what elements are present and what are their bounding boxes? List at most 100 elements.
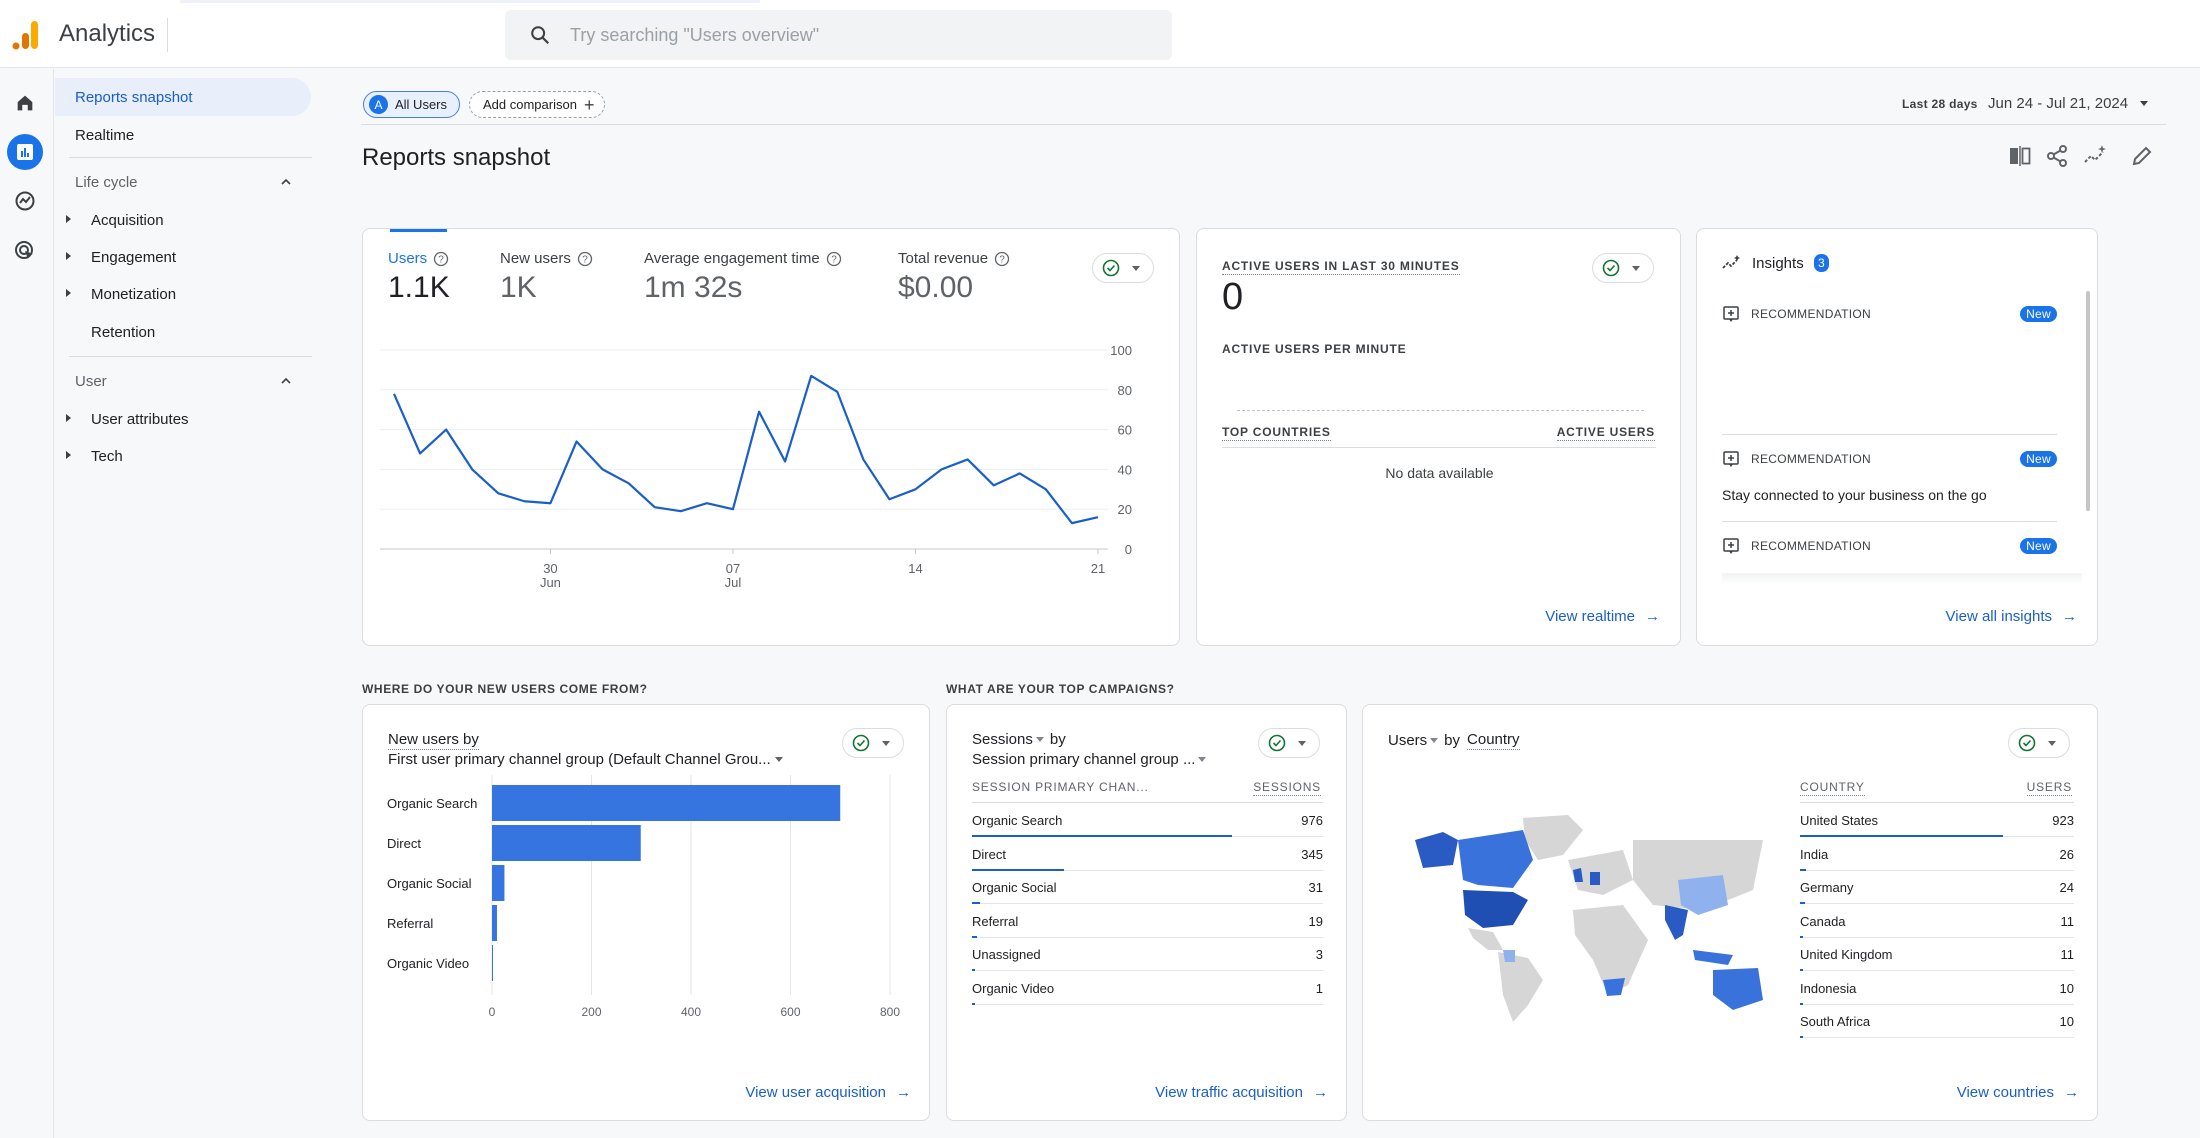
chevron-up-icon[interactable] [281,177,291,187]
table-row[interactable]: Referral 19 [972,904,1323,938]
share-icon[interactable] [2044,143,2070,169]
dimension-label[interactable]: Country [1467,731,1520,750]
nav-section-lifecycle-title[interactable]: Life cycle [75,174,138,191]
chevron-up-icon[interactable] [281,376,291,386]
title-divider [167,18,168,52]
search-input[interactable] [570,22,1130,48]
world-map[interactable] [1403,810,1773,1025]
chart-metric-label[interactable]: New users by [388,731,479,750]
insight-text[interactable]: Stay connected to your business on the g… [1722,487,1987,503]
dropdown-caret-icon[interactable] [1430,738,1439,743]
view-traffic-acquisition-link[interactable]: View traffic acquisition → [1155,1084,1328,1101]
row-label: Organic Video [972,980,1055,996]
section-new-users-question: WHERE DO YOUR NEW USERS COME FROM? [362,682,648,696]
view-user-acquisition-link[interactable]: View user acquisition → [745,1084,911,1101]
help-icon[interactable]: ? [577,251,593,267]
insights-title: Insights [1752,255,1804,272]
metric-value: $0.00 [898,271,974,304]
table-row[interactable]: Unassigned 3 [972,937,1323,971]
table-row[interactable]: Indonesia 10 [1800,971,2074,1005]
table-row[interactable]: India 26 [1800,837,2074,871]
col-users[interactable]: USERS [2026,780,2072,796]
row-value: 345 [1301,846,1323,862]
col-sessions[interactable]: SESSIONS [1253,780,1321,796]
date-range-dropdown-icon[interactable] [2140,101,2148,106]
insights-icon[interactable] [2082,143,2108,169]
map-region-south-africa [1603,978,1625,996]
nav-item-user-attributes[interactable]: User attributes [55,400,311,438]
card-options-chip[interactable] [1258,728,1320,758]
nav-item-realtime[interactable]: Realtime [55,116,311,154]
top-bar: Analytics [0,0,2200,68]
rail-home-button[interactable] [7,85,43,121]
help-icon[interactable]: ? [826,251,842,267]
dimension-picker[interactable]: First user primary channel group (Defaul… [388,751,783,768]
compare-icon[interactable] [2007,143,2033,169]
nav-rail [0,69,54,1138]
new-users-bar-chart: 0 200 400 600 800 Organic Search Direct Organic… [387,775,900,1019]
insight-item[interactable]: RECOMMENDATION New [1722,537,2057,555]
nav-item-retention[interactable]: Retention [55,313,311,351]
nav-section-user-title[interactable]: User [75,373,107,390]
row-value: 26 [2059,846,2074,862]
help-icon[interactable]: ? [433,251,449,267]
nav-item-engagement[interactable]: Engagement [55,238,311,276]
new-badge: New [2020,306,2057,322]
table-row[interactable]: Organic Video 1 [972,971,1323,1005]
check-circle-icon [1268,734,1286,752]
help-icon[interactable]: ? [994,251,1010,267]
bar [492,945,493,981]
row-value: 31 [1308,880,1323,895]
top-accent-strip [0,0,2200,3]
caret-right-icon [66,414,71,422]
metric-tab-users[interactable]: Users? 1.1K [388,250,450,305]
search-box[interactable] [505,10,1172,60]
table-row[interactable]: Germany 24 [1800,870,2074,904]
table-row[interactable]: United Kingdom 11 [1800,937,2074,971]
table-row[interactable]: United States 923 [1800,803,2074,837]
table-row[interactable]: Canada 11 [1800,904,2074,938]
metric-tab-avg-engagement[interactable]: Average engagement time? 1m 32s [644,250,842,305]
insight-item[interactable]: RECOMMENDATION New [1722,305,2057,323]
card-options-chip[interactable] [1092,253,1154,283]
dimension-picker[interactable]: Session primary channel group ... [972,751,1207,768]
view-countries-link[interactable]: View countries → [1957,1084,2079,1101]
nav-item-label: Reports snapshot [75,88,193,106]
metric-picker[interactable]: Sessions [972,731,1033,748]
rail-advertising-button[interactable] [7,233,43,269]
nav-item-reports-snapshot[interactable]: Reports snapshot [55,78,311,116]
card-options-chip[interactable] [1592,253,1654,283]
table-row[interactable]: South Africa 10 [1800,1004,2074,1038]
filter-divider [361,124,2166,125]
date-range-picker[interactable]: Jun 24 - Jul 21, 2024 [1988,95,2128,112]
col-country[interactable]: COUNTRY [1800,780,1865,796]
rail-explore-button[interactable] [7,183,43,219]
nav-item-tech[interactable]: Tech [55,437,311,475]
nav-item-monetization[interactable]: Monetization [55,275,311,313]
metric-tab-total-revenue[interactable]: Total revenue? $0.00 [898,250,1010,305]
chart-dimension-label: First user primary channel group (Defaul… [388,751,771,768]
view-realtime-link[interactable]: View realtime → [1545,608,1660,625]
metric-tab-new-users[interactable]: New users? 1K [500,250,593,305]
add-comparison-button[interactable]: Add comparison + [469,91,605,118]
y-tick-label: 40 [1118,462,1132,477]
row-label: South Africa [1800,1014,1871,1029]
insight-item[interactable]: RECOMMENDATION New [1722,450,2057,468]
insights-scrollbar[interactable] [2086,291,2090,511]
category-label: Referral [387,916,433,931]
metric-picker[interactable]: Users [1388,732,1427,749]
nav-item-acquisition[interactable]: Acquisition [55,201,311,239]
view-all-insights-link[interactable]: View all insights → [1946,608,2077,625]
dropdown-caret-icon[interactable] [1035,737,1044,742]
card-options-chip[interactable] [842,728,904,758]
table-row[interactable]: Organic Search 976 [972,803,1323,837]
table-row[interactable]: Direct 345 [972,837,1323,871]
rail-reports-button[interactable] [7,134,43,170]
segment-chip-all-users[interactable]: A All Users [363,91,460,118]
col-active-users: ACTIVE USERS [1556,425,1655,441]
map-region-colombia [1503,950,1515,962]
table-row[interactable]: Organic Social 31 [972,870,1323,904]
bar [492,865,505,901]
edit-icon[interactable] [2129,143,2155,169]
card-options-chip[interactable] [2008,728,2070,758]
